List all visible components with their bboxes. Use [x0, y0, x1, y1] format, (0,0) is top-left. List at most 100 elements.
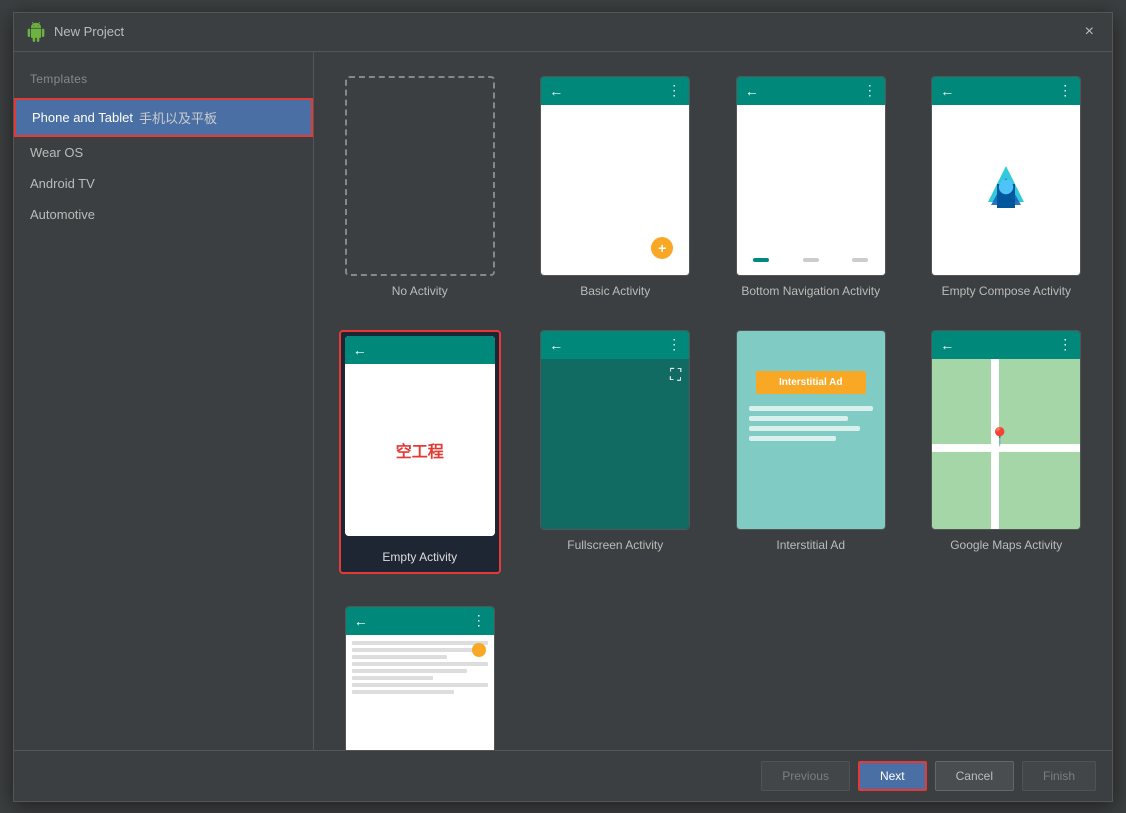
interstitial-preview: Interstitial Ad [736, 330, 886, 530]
maps-top-bar: ← ⋮ [932, 331, 1080, 359]
empty-activity-chinese-text: 空工程 [396, 438, 444, 462]
cancel-button[interactable]: Cancel [935, 761, 1014, 791]
scrolling-dots-icon: ⋮ [472, 612, 486, 629]
scrolling-top-bar: ← ⋮ [346, 607, 494, 635]
bnav-body [737, 105, 885, 275]
fullscreen-label: Fullscreen Activity [567, 538, 663, 552]
scroll-line-8 [352, 690, 454, 694]
scroll-line-1 [352, 641, 488, 645]
fullscreen-back-icon: ← [549, 337, 563, 353]
bnav-bar [737, 245, 885, 275]
scroll-line-5 [352, 669, 468, 673]
maps-preview: ← ⋮ 📍 [931, 330, 1081, 530]
compose-back-icon: ← [940, 83, 954, 99]
empty-body: 空工程 [345, 364, 495, 536]
template-empty-activity[interactable]: ← 空工程 Empty Activity [330, 322, 510, 582]
maps-back-icon: ← [940, 337, 954, 353]
interstitial-banner: Interstitial Ad [756, 371, 866, 394]
android-icon [26, 22, 46, 42]
sidebar-item-wear-os[interactable]: Wear OS [14, 137, 313, 168]
no-activity-preview [345, 76, 495, 276]
basic-activity-preview: ← ⋮ + [540, 76, 690, 276]
wear-os-label: Wear OS [30, 145, 83, 160]
scroll-line-6 [352, 676, 434, 680]
template-google-maps[interactable]: ← ⋮ 📍 Google Maps Activity [917, 322, 1097, 582]
basic-activity-label: Basic Activity [580, 284, 650, 298]
back-arrow-icon: ← [549, 83, 563, 99]
content-area: No Activity ← ⋮ + Basic Activity [314, 52, 1112, 750]
automotive-label: Automotive [30, 207, 95, 222]
basic-body: + [541, 105, 689, 275]
fullscreen-preview: ← ⋮ ⛶ [540, 330, 690, 530]
dialog-title: New Project [54, 24, 124, 39]
basic-top-bar: ← ⋮ [541, 77, 689, 105]
maps-label: Google Maps Activity [950, 538, 1062, 552]
fullscreen-body: ⛶ [541, 359, 689, 529]
fab-icon: + [651, 237, 673, 259]
template-no-activity[interactable]: No Activity [330, 68, 510, 306]
scrolling-preview: ← ⋮ [345, 606, 495, 750]
scroll-line-4 [352, 662, 488, 666]
interstitial-line-1 [749, 406, 873, 411]
bnav-back-icon: ← [745, 83, 759, 99]
menu-dots-icon: ⋮ [667, 82, 681, 99]
template-interstitial[interactable]: Interstitial Ad Interstitial Ad [721, 322, 901, 582]
sidebar-section-title: Templates [14, 68, 313, 98]
templates-grid: No Activity ← ⋮ + Basic Activity [330, 68, 1096, 750]
fullscreen-top-bar: ← ⋮ [541, 331, 689, 359]
expand-icon: ⛶ [670, 367, 681, 385]
title-bar: New Project × [14, 13, 1112, 52]
interstitial-label: Interstitial Ad [776, 538, 845, 552]
empty-top-bar: ← [345, 336, 495, 364]
sidebar: Templates Phone and Tablet 手机以及平板 Wear O… [14, 52, 314, 750]
bottom-nav-label: Bottom Navigation Activity [741, 284, 880, 298]
scroll-line-2 [352, 648, 474, 652]
close-button[interactable]: × [1079, 21, 1100, 43]
interstitial-line-4 [749, 436, 836, 441]
template-bottom-nav[interactable]: ← ⋮ Bottom Navigation Activity [721, 68, 901, 306]
bnav-dot-3 [852, 258, 868, 262]
sidebar-item-android-tv[interactable]: Android TV [14, 168, 313, 199]
bnav-dot-1 [753, 258, 769, 262]
empty-activity-label: Empty Activity [345, 544, 495, 568]
template-basic-activity[interactable]: ← ⋮ + Basic Activity [526, 68, 706, 306]
scrolling-back-icon: ← [354, 613, 368, 629]
template-scrolling[interactable]: ← ⋮ [330, 598, 510, 750]
title-bar-left: New Project [26, 22, 124, 42]
bnav-top-bar: ← ⋮ [737, 77, 885, 105]
bottom-nav-preview: ← ⋮ [736, 76, 886, 276]
interstitial-line-3 [749, 426, 861, 431]
scroll-line-7 [352, 683, 488, 687]
finish-button[interactable]: Finish [1022, 761, 1096, 791]
no-activity-label: No Activity [392, 284, 448, 298]
bnav-diagonal [737, 105, 885, 245]
scrolling-fab [472, 643, 486, 657]
phone-tablet-chinese: 手机以及平板 [139, 108, 217, 127]
new-project-dialog: New Project × Templates Phone and Tablet… [13, 12, 1113, 802]
template-empty-compose[interactable]: ← ⋮ Empty Com [917, 68, 1097, 306]
interstitial-lines [749, 406, 873, 446]
next-button[interactable]: Next [858, 761, 927, 791]
bnav-dots-icon: ⋮ [863, 82, 877, 99]
sidebar-item-automotive[interactable]: Automotive [14, 199, 313, 230]
fullscreen-overlay: ⛶ [541, 359, 689, 529]
previous-button[interactable]: Previous [761, 761, 850, 791]
scroll-line-3 [352, 655, 447, 659]
maps-dots-icon: ⋮ [1058, 336, 1072, 353]
sidebar-item-phone-tablet-inner: Phone and Tablet 手机以及平板 [32, 108, 217, 127]
phone-tablet-label: Phone and Tablet [32, 110, 133, 125]
interstitial-line-2 [749, 416, 848, 421]
fullscreen-dots-icon: ⋮ [667, 336, 681, 353]
empty-compose-preview: ← ⋮ [931, 76, 1081, 276]
map-pin-icon: 📍 [988, 427, 1010, 448]
bnav-dot-2 [803, 258, 819, 262]
android-tv-label: Android TV [30, 176, 95, 191]
footer: Previous Next Cancel Finish [14, 750, 1112, 801]
empty-activity-preview: ← 空工程 [345, 336, 495, 536]
sidebar-item-phone-tablet[interactable]: Phone and Tablet 手机以及平板 [14, 98, 313, 137]
scrolling-body [346, 635, 494, 750]
compose-dots-icon: ⋮ [1058, 82, 1072, 99]
compose-body [932, 105, 1080, 275]
template-fullscreen[interactable]: ← ⋮ ⛶ Fullscreen Activity [526, 322, 706, 582]
maps-body: 📍 [932, 359, 1080, 529]
